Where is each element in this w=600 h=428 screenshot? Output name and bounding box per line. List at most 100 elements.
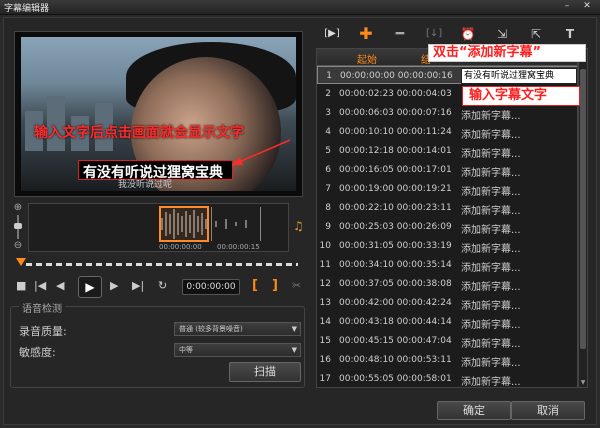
row-timecodes: 00:00:12:18 00:00:14:01 bbox=[339, 146, 452, 156]
text-options-icon[interactable]: T bbox=[562, 26, 578, 42]
row-timecodes: 00:00:37:05 00:00:38:08 bbox=[339, 279, 452, 289]
subtitle-original-text: 我没听说过呢 bbox=[118, 180, 173, 190]
row-subtitle-text[interactable]: 添加新字幕... bbox=[461, 202, 521, 217]
home-icon[interactable]: |◀ bbox=[34, 280, 46, 292]
close-button[interactable]: ✕ bbox=[580, 1, 594, 12]
subtitle-row[interactable]: 15 00:00:45:15 00:00:47:04 添加新字幕... bbox=[317, 332, 577, 350]
wave-tick-1: 00:00:00:00 bbox=[159, 243, 202, 251]
merge-icon[interactable]: [↓] bbox=[426, 26, 442, 42]
quality-select[interactable]: 普通 (较多背景噪音) ▼ bbox=[174, 322, 301, 336]
scroll-thumb[interactable] bbox=[580, 69, 586, 349]
row-timecodes: 00:00:06:03 00:00:07:16 bbox=[339, 108, 452, 118]
row-number: 3 bbox=[325, 108, 331, 118]
row-number: 4 bbox=[325, 127, 331, 137]
row-subtitle-text[interactable]: 添加新字幕... bbox=[461, 297, 521, 312]
annotation-click-preview: 输入文字后点击画面就会显示文字 bbox=[34, 125, 244, 141]
stop-icon[interactable]: ■ bbox=[16, 280, 26, 292]
subtitle-row[interactable]: 6 00:00:16:05 00:00:17:01 添加新字幕... bbox=[317, 161, 577, 179]
row-subtitle-text[interactable]: 添加新字幕... bbox=[461, 316, 521, 331]
voice-detection-legend: 语音检测 bbox=[19, 300, 65, 315]
playhead-marker[interactable] bbox=[16, 258, 26, 266]
row-subtitle-text[interactable]: 添加新字幕... bbox=[461, 183, 521, 198]
subtitle-row[interactable]: 16 00:00:48:10 00:00:53:11 添加新字幕... bbox=[317, 351, 577, 369]
subtitle-row[interactable]: 12 00:00:37:05 00:00:38:08 添加新字幕... bbox=[317, 275, 577, 293]
scan-button[interactable]: 扫描 bbox=[229, 362, 301, 382]
row-subtitle-text[interactable]: 添加新字幕... bbox=[461, 221, 521, 236]
row-number: 11 bbox=[319, 260, 331, 270]
row-subtitle-text[interactable]: 添加新字幕... bbox=[461, 240, 521, 255]
subtitle-row[interactable]: 7 00:00:19:00 00:00:19:21 添加新字幕... bbox=[317, 180, 577, 198]
row-number: 9 bbox=[325, 222, 331, 232]
row-subtitle-text[interactable]: 添加新字幕... bbox=[461, 259, 521, 274]
row-number: 15 bbox=[319, 336, 331, 346]
next-frame-icon[interactable]: ▶ bbox=[110, 280, 118, 292]
zoom-control[interactable]: ⊕ ⊖ bbox=[13, 203, 23, 251]
row-timecodes: 00:00:00:00 00:00:00:16 bbox=[340, 71, 453, 81]
row-subtitle-text[interactable]: 添加新字幕... bbox=[461, 145, 521, 160]
scroll-down-icon[interactable]: ▼ bbox=[580, 379, 586, 386]
subtitle-row[interactable]: 14 00:00:43:18 00:00:44:14 添加新字幕... bbox=[317, 313, 577, 331]
row-subtitle-text[interactable]: 添加新字幕... bbox=[461, 278, 521, 293]
wave-tick-2: 00:00:00:15 bbox=[217, 243, 260, 251]
row-number: 17 bbox=[319, 374, 331, 384]
row-timecodes: 00:00:43:18 00:00:44:14 bbox=[339, 317, 452, 327]
subtitle-row[interactable]: 3 00:00:06:03 00:00:07:16 添加新字幕... bbox=[317, 104, 577, 122]
row-subtitle-text[interactable]: 添加新字幕... bbox=[461, 354, 521, 369]
zoom-slider-knob[interactable] bbox=[14, 223, 22, 229]
add-subtitle-icon[interactable]: ✚ bbox=[358, 26, 374, 42]
row-subtitle-text[interactable]: 添加新字幕... bbox=[461, 126, 521, 141]
subtitle-toolbar: [▶] ✚ ━ [↓] ⏰ ⇲ ⇱ T bbox=[318, 26, 588, 44]
row-number: 16 bbox=[319, 355, 331, 365]
timecode-field[interactable]: 0:00:00:00 bbox=[182, 279, 240, 295]
row-timecodes: 00:00:19:00 00:00:19:21 bbox=[339, 184, 452, 194]
row-subtitle-text[interactable]: 添加新字幕... bbox=[461, 373, 521, 387]
zoom-in-icon[interactable]: ⊕ bbox=[13, 203, 23, 213]
import-icon[interactable]: ⇲ bbox=[494, 26, 510, 42]
subtitle-row[interactable]: 8 00:00:22:10 00:00:23:11 添加新字幕... bbox=[317, 199, 577, 217]
row-timecodes: 00:00:16:05 00:00:17:01 bbox=[339, 165, 452, 175]
remove-subtitle-icon[interactable]: ━ bbox=[392, 26, 408, 42]
subtitle-row[interactable]: 9 00:00:25:03 00:00:26:09 添加新字幕... bbox=[317, 218, 577, 236]
mark-in-icon[interactable]: [ bbox=[252, 278, 258, 293]
row-timecodes: 00:00:55:05 00:00:58:01 bbox=[339, 374, 452, 384]
subtitle-row[interactable]: 11 00:00:34:10 00:00:35:14 添加新字幕... bbox=[317, 256, 577, 274]
scissors-icon[interactable]: ✂ bbox=[292, 280, 301, 292]
sensitivity-select[interactable]: 中等 ▼ bbox=[174, 343, 301, 357]
end-icon[interactable]: ▶| bbox=[132, 280, 144, 292]
video-subtitle-icon[interactable]: [▶] bbox=[324, 26, 340, 42]
column-start: 起始 bbox=[357, 55, 377, 66]
annotation-double-click: 双击“添加新字幕” bbox=[428, 44, 586, 62]
row-subtitle-text[interactable]: 添加新字幕... bbox=[461, 335, 521, 350]
row-subtitle-text[interactable]: 添加新字幕... bbox=[461, 107, 521, 122]
row-timecodes: 00:00:31:05 00:00:33:19 bbox=[339, 241, 452, 251]
selected-segment[interactable] bbox=[159, 206, 209, 242]
ok-button[interactable]: 确定 bbox=[437, 401, 511, 420]
row-subtitle-text[interactable]: 添加新字幕... bbox=[461, 164, 521, 179]
zoom-out-icon[interactable]: ⊖ bbox=[13, 241, 23, 251]
subtitle-row[interactable]: 5 00:00:12:18 00:00:14:01 添加新字幕... bbox=[317, 142, 577, 160]
scrub-bar[interactable] bbox=[16, 258, 298, 270]
time-offset-icon[interactable]: ⏰ bbox=[460, 26, 476, 42]
subtitle-row[interactable]: 17 00:00:55:05 00:00:58:01 添加新字幕... bbox=[317, 370, 577, 387]
row-number: 8 bbox=[325, 203, 331, 213]
prev-frame-icon[interactable]: ◀ bbox=[56, 280, 64, 292]
export-icon[interactable]: ⇱ bbox=[528, 26, 544, 42]
voice-detection-group: 语音检测 录音质量: 普通 (较多背景噪音) ▼ 敏感度: 中等 ▼ 扫描 bbox=[10, 300, 305, 388]
subtitle-row[interactable]: 13 00:00:42:00 00:00:42:24 添加新字幕... bbox=[317, 294, 577, 312]
audio-waveform-panel[interactable]: 00:00:00:00 00:00:00:15 bbox=[28, 203, 289, 252]
waveform-toggle-icon[interactable]: ♫ bbox=[293, 219, 304, 233]
subtitle-row[interactable]: 4 00:00:10:10 00:00:11:24 添加新字幕... bbox=[317, 123, 577, 141]
subtitle-row[interactable]: 10 00:00:31:05 00:00:33:19 添加新字幕... bbox=[317, 237, 577, 255]
play-button[interactable]: ▶ bbox=[78, 276, 102, 298]
row-number: 5 bbox=[325, 146, 331, 156]
row-timecodes: 00:00:25:03 00:00:26:09 bbox=[339, 222, 452, 232]
row-number: 6 bbox=[325, 165, 331, 175]
minimize-button[interactable]: – bbox=[560, 1, 574, 12]
subtitle-text-editor[interactable]: 有没有听说过狸窝宝典 bbox=[461, 68, 577, 84]
row-number: 14 bbox=[319, 317, 331, 327]
row-number: 7 bbox=[325, 184, 331, 194]
mark-out-icon[interactable]: ] bbox=[272, 278, 278, 293]
sensitivity-label: 敏感度: bbox=[19, 346, 56, 359]
repeat-icon[interactable]: ↻ bbox=[158, 280, 167, 292]
cancel-button[interactable]: 取消 bbox=[511, 401, 585, 420]
